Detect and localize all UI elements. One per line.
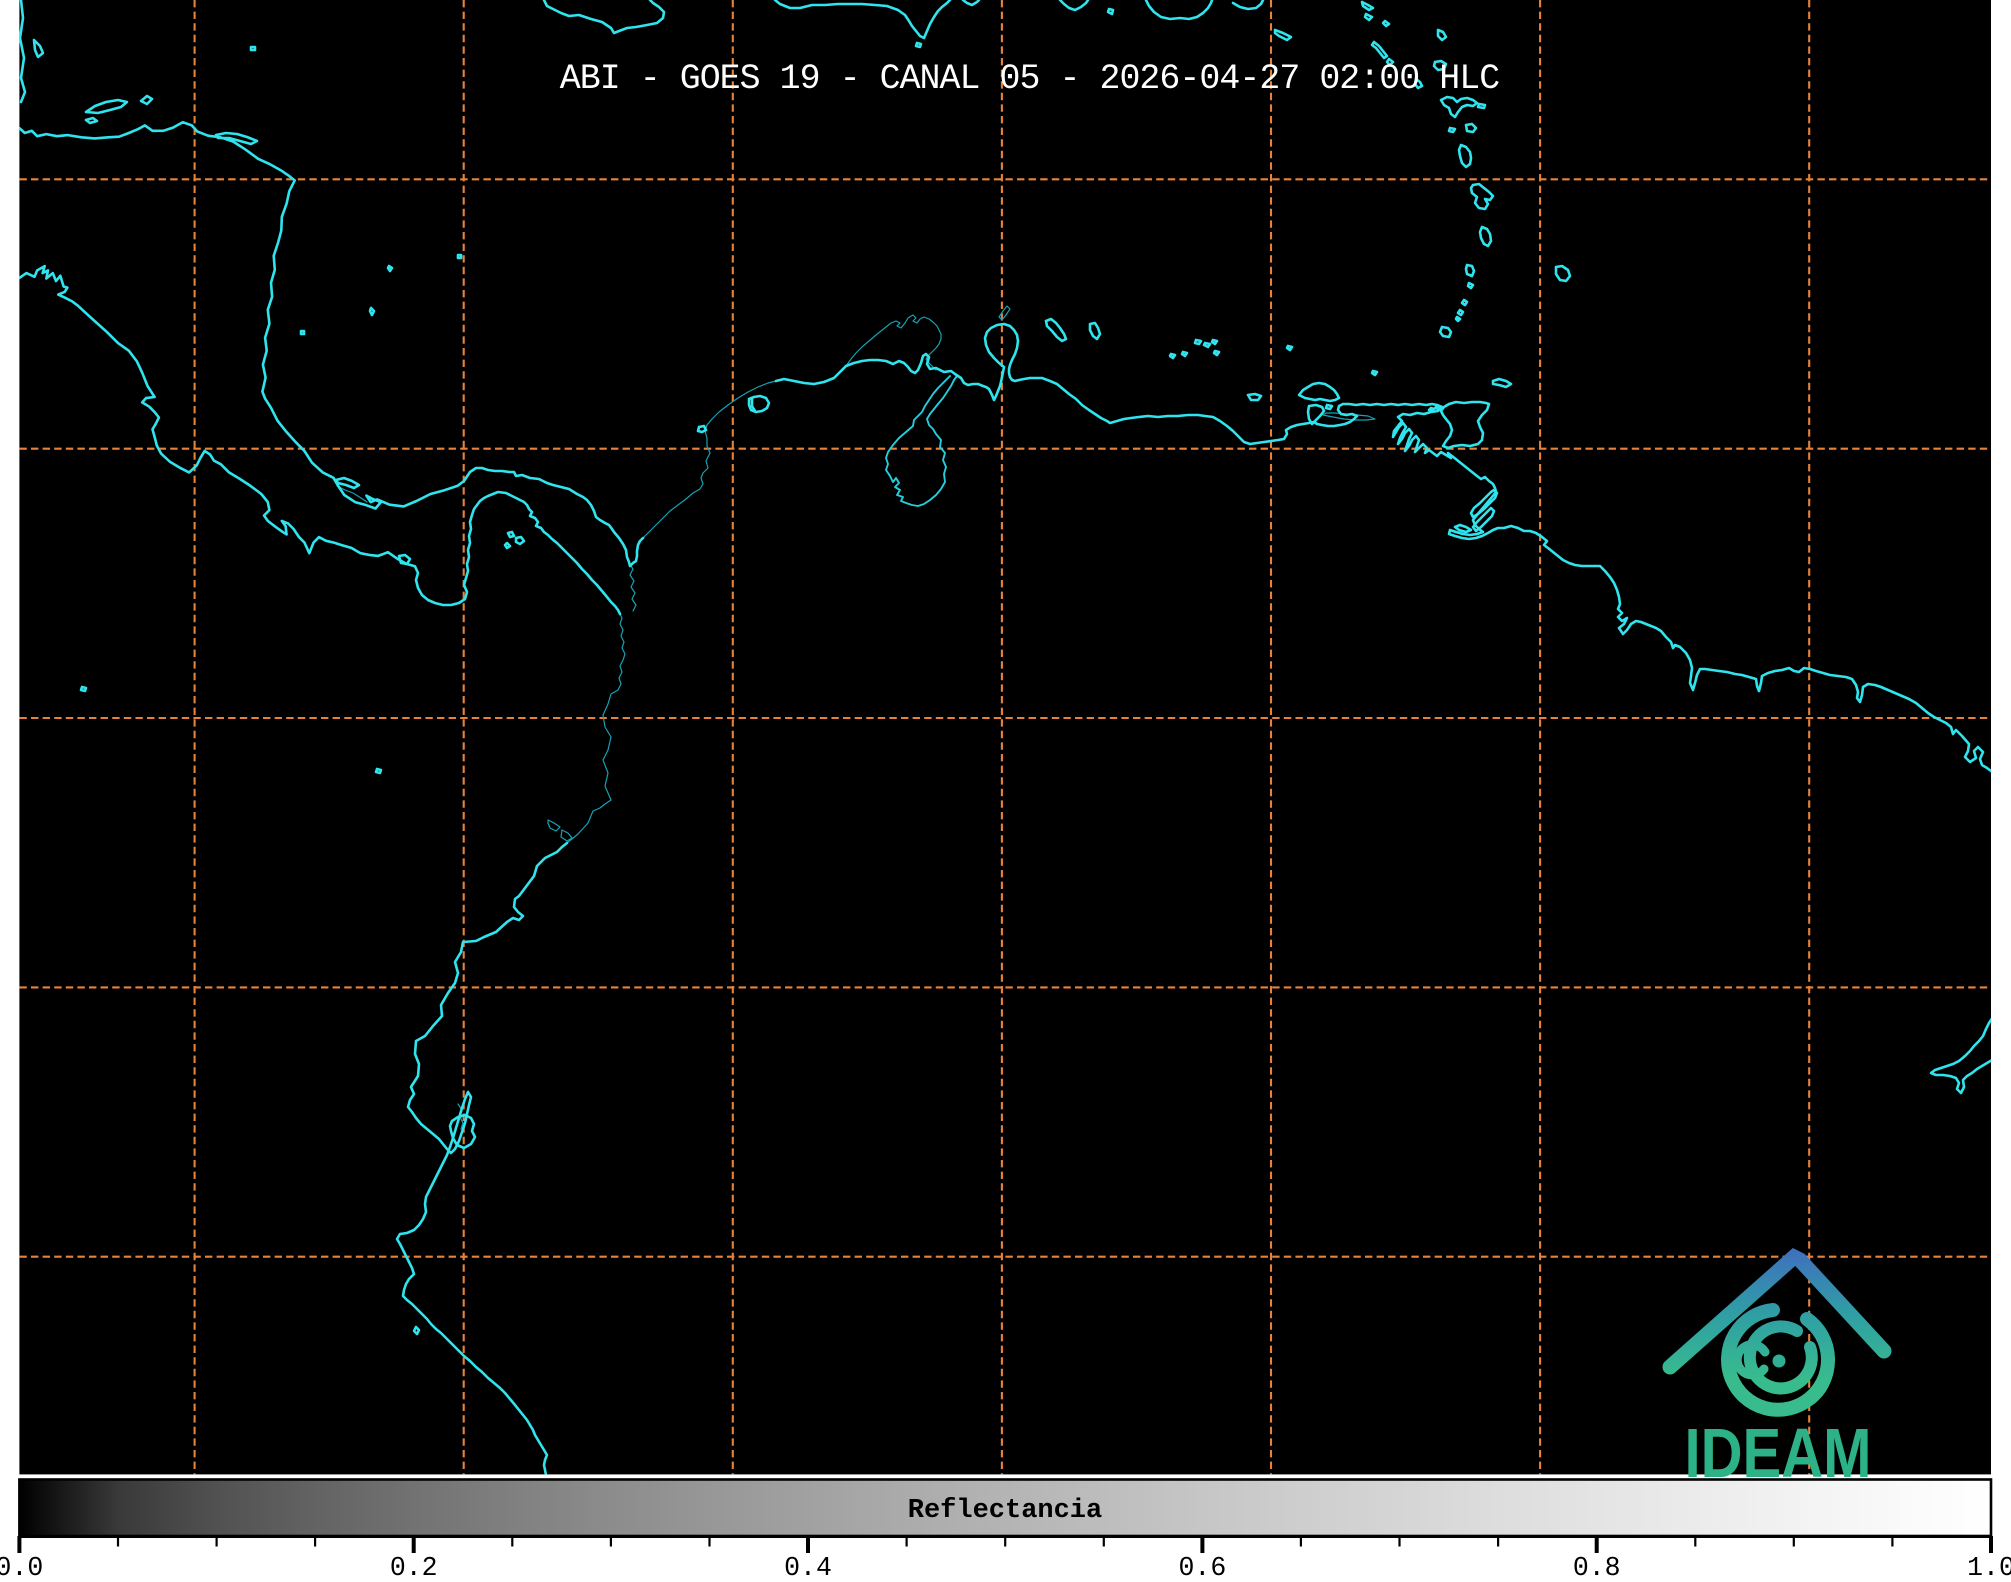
svg-text:0.8: 0.8 <box>1573 1553 1621 1577</box>
svg-text:Reflectancia: Reflectancia <box>908 1496 1102 1526</box>
svg-text:ABI - GOES 19 - CANAL 05 - 202: ABI - GOES 19 - CANAL 05 - 2026-04-27 02… <box>560 60 1499 99</box>
svg-text:1.0: 1.0 <box>1967 1553 2011 1577</box>
svg-text:IDEAM: IDEAM <box>1685 1414 1872 1492</box>
svg-text:0.2: 0.2 <box>390 1553 438 1577</box>
svg-text:0.6: 0.6 <box>1179 1553 1227 1577</box>
svg-text:0.0: 0.0 <box>0 1553 43 1577</box>
svg-text:0.4: 0.4 <box>784 1553 832 1577</box>
